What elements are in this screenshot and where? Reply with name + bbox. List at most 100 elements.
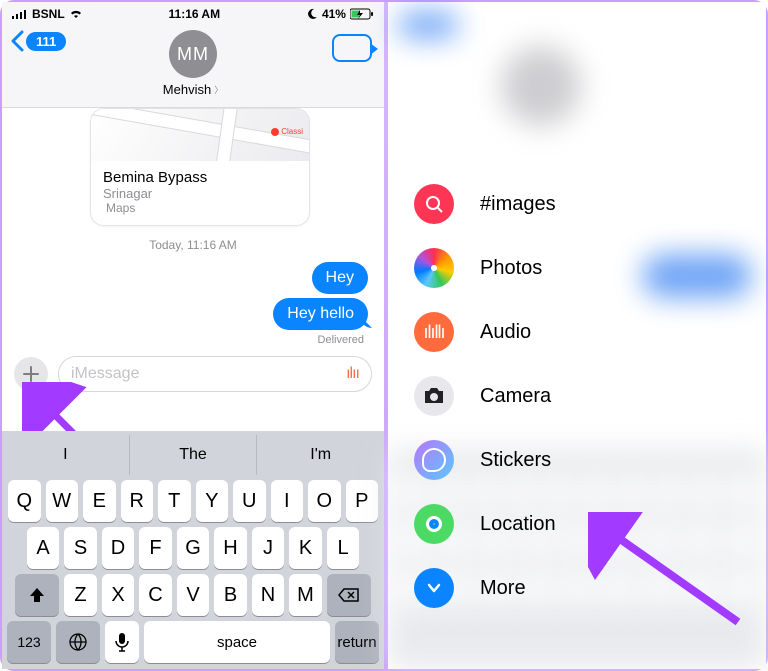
shift-key[interactable] [15,574,59,616]
poi-label: Classi [281,127,303,136]
key[interactable]: K [289,527,322,569]
menu-label: #images [480,193,556,216]
location-title: Bemina Bypass [103,169,297,186]
photos-icon [414,248,454,288]
globe-icon [68,632,88,652]
menu-item-more[interactable]: More [414,568,556,608]
key-row: 123 space return [2,616,384,669]
wifi-icon [69,9,83,19]
menu-item-images[interactable]: #images [414,184,556,224]
key[interactable]: H [214,527,247,569]
backspace-icon [338,587,360,603]
plus-icon [22,365,40,383]
stickers-icon [414,440,454,480]
key-row: Q W E R T Y U I O P [2,475,384,522]
message-bubble[interactable]: Hey [312,262,368,294]
messages-list[interactable]: Classi Bemina Bypass Srinagar Maps Today… [2,108,384,346]
composer-row: iMessage ılıı [2,346,384,402]
menu-label: Location [480,513,556,536]
status-bar: BSNL 11:16 AM 41% [2,2,384,24]
avatar[interactable]: MM [169,30,217,78]
location-card[interactable]: Classi Bemina Bypass Srinagar Maps [90,108,310,226]
apps-menu-screen: #images Photos ılıllı Audio Camera Stick… [388,2,766,669]
menu-item-stickers[interactable]: Stickers [414,440,556,480]
key[interactable]: T [158,480,191,522]
globe-key[interactable] [56,621,100,663]
key[interactable]: B [214,574,247,616]
key[interactable]: A [27,527,60,569]
key[interactable]: E [83,480,116,522]
audio-icon: ılıllı [414,312,454,352]
space-key[interactable]: space [144,621,330,663]
images-icon [414,184,454,224]
apps-menu: #images Photos ılıllı Audio Camera Stick… [414,184,556,608]
key[interactable]: P [346,480,379,522]
mic-icon [115,632,129,652]
location-icon [414,504,454,544]
key[interactable]: V [177,574,210,616]
key[interactable]: J [252,527,285,569]
key[interactable]: R [121,480,154,522]
key[interactable]: W [46,480,79,522]
suggestion[interactable]: The [130,435,258,475]
signal-icon [12,9,28,19]
key[interactable]: X [102,574,135,616]
contact-name-button[interactable]: Mehvish 〉 [163,82,223,97]
menu-item-audio[interactable]: ılıllı Audio [414,312,556,352]
suggestion-bar: I The I'm [2,435,384,475]
menu-label: Audio [480,321,531,344]
timestamp-label: Today, 11:16 AM [12,238,374,252]
menu-item-camera[interactable]: Camera [414,376,556,416]
facetime-button[interactable] [332,34,372,62]
location-app-label: Maps [106,201,135,215]
key[interactable]: Z [64,574,97,616]
suggestion[interactable]: I'm [257,435,384,475]
battery-percent-label: 41% [322,7,346,21]
message-bubble[interactable]: Hey hello [273,298,368,330]
moon-icon [306,8,318,20]
menu-item-location[interactable]: Location [414,504,556,544]
back-button[interactable]: 111 [10,30,66,52]
menu-label: More [480,577,526,600]
key[interactable]: N [252,574,285,616]
key[interactable]: C [139,574,172,616]
return-key[interactable]: return [335,621,379,663]
map-poi: Classi [271,127,303,136]
keyboard: I The I'm Q W E R T Y U I O P A S D F G … [2,431,384,669]
key[interactable]: G [177,527,210,569]
key-row: A S D F G H J K L [2,522,384,569]
key[interactable]: Q [8,480,41,522]
unread-badge: 111 [26,32,66,51]
dictation-key[interactable] [105,621,139,663]
more-icon [414,568,454,608]
key[interactable]: Y [196,480,229,522]
menu-label: Stickers [480,449,551,472]
key[interactable]: O [308,480,341,522]
shift-icon [28,586,46,604]
key[interactable]: F [139,527,172,569]
delivery-status: Delivered [12,334,374,346]
numbers-key[interactable]: 123 [7,621,51,663]
location-subtitle: Srinagar [103,186,297,201]
poi-dot-icon [271,128,279,136]
messages-screen: BSNL 11:16 AM 41% 111 MM Mehvish 〉 [2,2,384,669]
menu-item-photos[interactable]: Photos [414,248,556,288]
key[interactable]: S [64,527,97,569]
add-apps-button[interactable] [14,357,48,391]
menu-label: Camera [480,385,551,408]
message-input[interactable]: iMessage ılıı [58,356,372,392]
menu-label: Photos [480,257,542,280]
key[interactable]: U [233,480,266,522]
chevron-down-icon [426,580,442,596]
chevron-right-icon: 〉 [214,83,223,96]
key[interactable]: M [289,574,322,616]
carrier-label: BSNL [32,7,65,21]
audio-message-button[interactable]: ılıı [346,365,359,383]
suggestion[interactable]: I [2,435,130,475]
backspace-key[interactable] [327,574,371,616]
key[interactable]: L [327,527,360,569]
key-row: Z X C V B N M [2,569,384,616]
key[interactable]: I [271,480,304,522]
key[interactable]: D [102,527,135,569]
chevron-left-icon [10,30,24,52]
